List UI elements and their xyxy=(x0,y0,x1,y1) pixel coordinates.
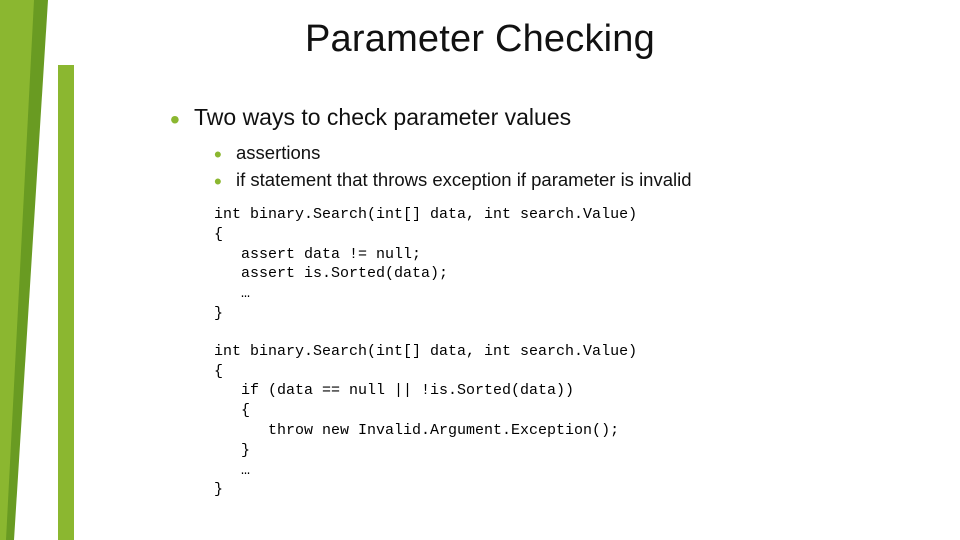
slide-edge-decoration xyxy=(0,0,48,540)
bullet-icon: • xyxy=(214,144,236,166)
bullet-icon: • xyxy=(214,171,236,193)
slide-title: Parameter Checking xyxy=(0,18,960,61)
slide-body: • Two ways to check parameter values • a… xyxy=(170,102,920,500)
list-item-text: Two ways to check parameter values xyxy=(194,104,571,131)
bullet-icon: • xyxy=(170,106,194,134)
code-block: int binary.Search(int[] data, int search… xyxy=(214,205,920,324)
list-item: • if statement that throws exception if … xyxy=(214,168,920,191)
list-item: • assertions xyxy=(214,141,920,164)
list-item-text: if statement that throws exception if pa… xyxy=(236,169,692,191)
list-item-text: assertions xyxy=(236,142,320,164)
slide-accent-bar xyxy=(58,65,74,540)
list-item: • Two ways to check parameter values xyxy=(170,102,920,131)
code-block: int binary.Search(int[] data, int search… xyxy=(214,342,920,500)
sub-list: • assertions • if statement that throws … xyxy=(214,141,920,191)
